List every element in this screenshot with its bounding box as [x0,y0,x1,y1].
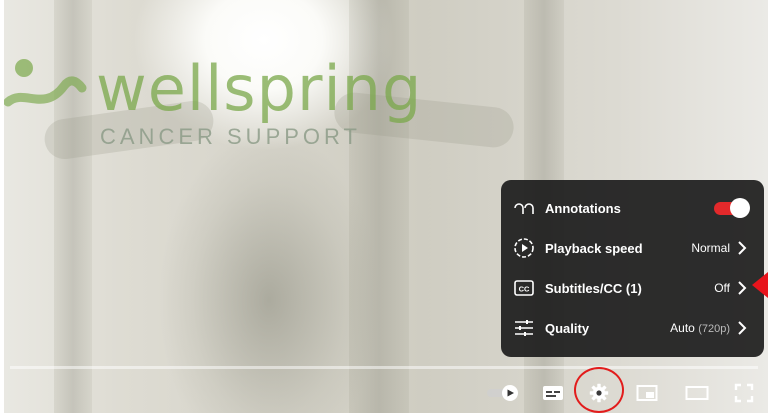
progress-bar[interactable] [10,366,758,369]
logo-text: wellspring [96,52,423,125]
miniplayer-icon [636,385,658,401]
chevron-right-icon [738,281,747,295]
fullscreen-icon [734,383,754,403]
video-player[interactable]: wellspring CANCER SUPPORT Annotations Pl… [0,0,768,413]
theater-mode-icon [685,386,709,400]
theater-mode-button[interactable] [684,380,710,406]
annotations-toggle[interactable] [714,198,750,218]
svg-text:CC: CC [519,285,530,294]
annotation-highlight-circle [574,367,624,413]
menu-item-subtitles[interactable]: CC Subtitles/CC (1) Off [501,268,764,308]
subtitles-count: (1) [625,280,642,296]
menu-item-playback-speed[interactable]: Playback speed Normal [501,228,764,268]
subtitles-button[interactable] [540,380,566,406]
quality-resolution: (720p) [698,323,730,335]
menu-item-label: Subtitles/CC (1) [545,280,642,296]
autoplay-toggle[interactable] [486,380,522,406]
annotations-icon [513,197,535,219]
menu-item-value: Auto (720p) [670,321,730,335]
subtitles-icon [543,386,563,400]
menu-item-label: Quality [545,320,590,336]
toggle-knob [730,198,750,218]
subtitles-icon: CC [513,277,535,299]
wellspring-logo-icon [4,59,87,107]
quality-icon [513,317,535,339]
menu-item-value: Normal [691,241,730,255]
menu-item-label: Annotations [545,200,621,216]
menu-item-quality[interactable]: Quality Auto (720p) [501,308,764,348]
menu-item-value: Off [714,281,730,295]
logo-subtext: CANCER SUPPORT [100,124,361,149]
chevron-right-icon [738,321,747,335]
playback-speed-icon [513,237,535,259]
control-bar [4,372,768,413]
autoplay-icon [487,385,518,401]
menu-item-label: Playback speed [545,240,643,256]
chevron-right-icon [738,241,747,255]
miniplayer-button[interactable] [634,380,660,406]
menu-item-annotations[interactable]: Annotations [501,188,764,228]
fullscreen-button[interactable] [731,380,757,406]
settings-menu: Annotations Playback speed Normal CC Sub… [501,180,764,357]
annotation-pointer-arrow-icon [752,272,768,298]
